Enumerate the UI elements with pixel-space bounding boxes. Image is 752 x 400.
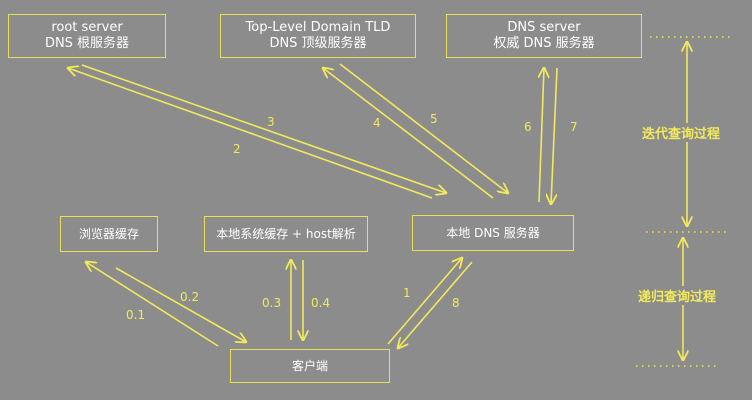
authoritative-server-title: DNS server <box>507 20 581 35</box>
iterative-phase-label: 迭代查询过程 <box>640 123 723 142</box>
client-node: 客户端 <box>230 349 390 383</box>
arrow-step-7 <box>551 67 558 204</box>
tld-server-subtitle: DNS 顶级服务器 <box>269 36 367 51</box>
step-label-1: 1 <box>403 286 411 300</box>
browser-cache-node: 浏览器缓存 <box>60 216 158 252</box>
step-label-2: 2 <box>233 142 241 156</box>
system-cache-label: 本地系统缓存 + host解析 <box>216 227 356 241</box>
root-server-node: root server DNS 根服务器 <box>8 14 166 58</box>
recursive-phase-label: 递归查询过程 <box>636 286 719 305</box>
step-label-6: 6 <box>524 120 532 134</box>
arrow-step-0-2 <box>115 267 246 342</box>
system-cache-node: 本地系统缓存 + host解析 <box>204 216 368 252</box>
arrow-step-6 <box>539 68 544 203</box>
browser-cache-label: 浏览器缓存 <box>78 227 139 241</box>
root-server-subtitle: DNS 根服务器 <box>44 36 130 51</box>
step-label-4: 4 <box>373 116 381 130</box>
step-label-0-2: 0.2 <box>180 290 200 304</box>
local-dns-node: 本地 DNS 服务器 <box>412 215 574 251</box>
step-label-0-3: 0.3 <box>262 296 282 310</box>
tld-server-title: Top-Level Domain TLD <box>245 20 391 35</box>
step-label-3: 3 <box>267 115 275 129</box>
local-dns-label: 本地 DNS 服务器 <box>446 226 540 240</box>
arrow-step-1 <box>387 258 462 345</box>
arrow-step-2 <box>68 68 433 199</box>
step-label-0-1: 0.1 <box>126 308 146 322</box>
step-label-5: 5 <box>430 112 438 126</box>
arrow-step-0-1 <box>86 262 219 347</box>
dns-resolution-diagram: root server DNS 根服务器 Top-Level Domain TL… <box>0 0 752 400</box>
authoritative-server-subtitle: 权威 DNS 服务器 <box>493 36 595 51</box>
root-server-title: root server <box>51 20 123 35</box>
arrow-step-8 <box>398 261 473 348</box>
connection-layer <box>0 36 730 367</box>
step-label-8: 8 <box>452 296 460 310</box>
tld-server-node: Top-Level Domain TLD DNS 顶级服务器 <box>220 14 416 58</box>
step-label-7: 7 <box>570 120 578 134</box>
client-label: 客户端 <box>291 359 328 373</box>
arrow-step-3 <box>81 64 446 193</box>
authoritative-server-node: DNS server 权威 DNS 服务器 <box>446 14 642 58</box>
arrow-step-4 <box>323 68 494 199</box>
step-label-0-4: 0.4 <box>311 296 331 310</box>
